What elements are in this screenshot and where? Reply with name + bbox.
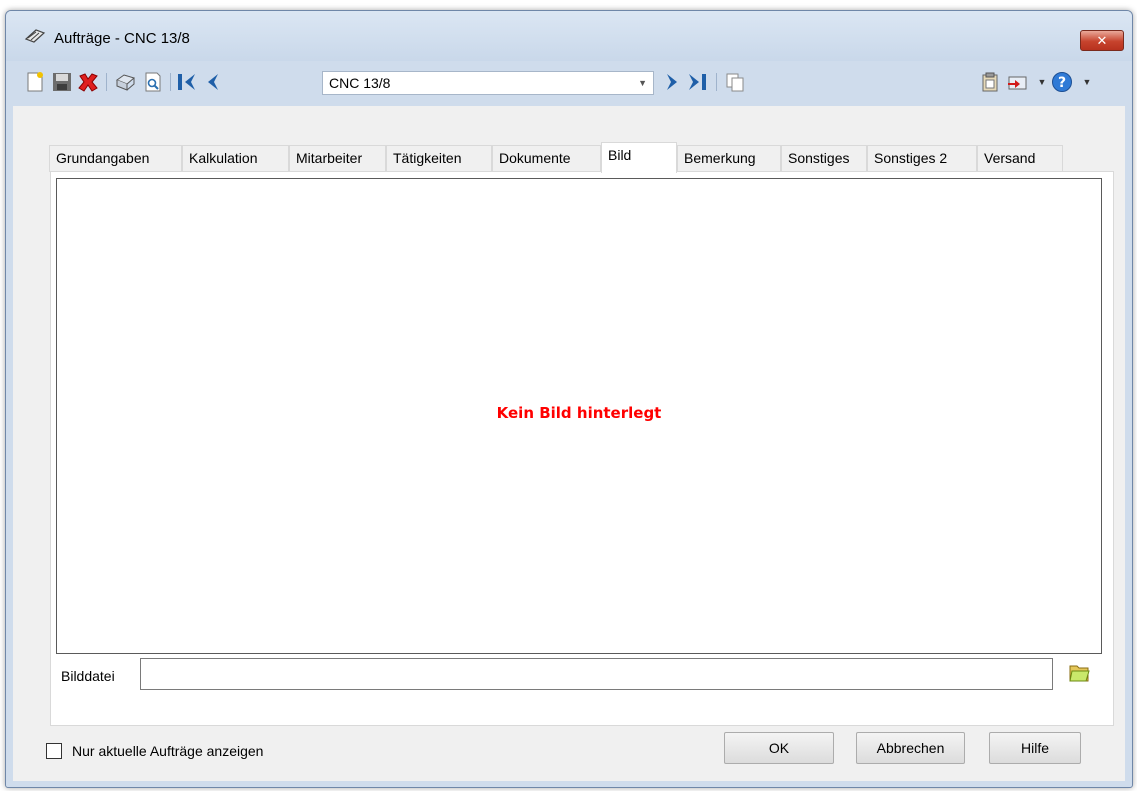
record-selector[interactable]: CNC 13/8 ▼: [322, 71, 654, 95]
export-dropdown-icon[interactable]: ▼: [1031, 71, 1053, 93]
tab-taetigkeiten[interactable]: Tätigkeiten: [386, 145, 492, 172]
dialog-window: Aufträge - CNC 13/8 ✕ CNC 13/8 ▼ ▼ ? ▼ G…: [5, 10, 1133, 788]
next-record-icon[interactable]: [661, 71, 683, 93]
copy-icon[interactable]: [724, 71, 746, 93]
dialog-client-area: Grundangaben Kalkulation Mitarbeiter Tät…: [13, 106, 1125, 781]
previous-record-icon[interactable]: [202, 71, 224, 93]
help-icon[interactable]: ?: [1051, 71, 1073, 93]
picture-file-input[interactable]: [140, 658, 1053, 690]
picture-box[interactable]: Kein Bild hinterlegt: [56, 178, 1102, 654]
export-icon[interactable]: [1006, 71, 1028, 93]
toolbar-separator: [716, 73, 717, 91]
help-button[interactable]: Hilfe: [989, 732, 1081, 764]
open-folder-icon[interactable]: [1067, 661, 1091, 685]
print-icon[interactable]: [114, 71, 136, 93]
tab-sonstiges-2[interactable]: Sonstiges 2: [867, 145, 977, 172]
window-title: Aufträge - CNC 13/8: [54, 30, 190, 47]
tab-bemerkung[interactable]: Bemerkung: [677, 145, 781, 172]
current-orders-checkbox[interactable]: [46, 743, 62, 759]
tab-grundangaben[interactable]: Grundangaben: [49, 145, 182, 172]
help-dropdown-icon[interactable]: ▼: [1076, 71, 1098, 93]
orders-app-icon: [24, 27, 46, 43]
toolbar-separator: [170, 73, 171, 91]
picture-file-label: Bilddatei: [61, 668, 115, 684]
tab-versand[interactable]: Versand: [977, 145, 1063, 172]
close-icon: ✕: [1096, 33, 1108, 48]
title-bar: Aufträge - CNC 13/8 ✕: [6, 11, 1132, 61]
save-icon[interactable]: [51, 71, 73, 93]
chevron-down-icon: ▼: [638, 78, 647, 88]
tab-mitarbeiter[interactable]: Mitarbeiter: [289, 145, 386, 172]
new-icon[interactable]: [24, 71, 46, 93]
record-selector-value: CNC 13/8: [329, 75, 391, 91]
ok-button[interactable]: OK: [724, 732, 834, 764]
tab-panel-bild: Kein Bild hinterlegt Bilddatei: [50, 171, 1114, 726]
no-picture-message: Kein Bild hinterlegt: [496, 404, 662, 422]
first-record-icon[interactable]: [176, 71, 198, 93]
last-record-icon[interactable]: [686, 71, 708, 93]
tab-kalkulation[interactable]: Kalkulation: [182, 145, 289, 172]
clipboard-icon[interactable]: [979, 71, 1001, 93]
cancel-button[interactable]: Abbrechen: [856, 732, 965, 764]
preview-icon[interactable]: [142, 71, 164, 93]
tab-sonstiges[interactable]: Sonstiges: [781, 145, 867, 172]
delete-icon[interactable]: [77, 71, 99, 93]
close-button[interactable]: ✕: [1080, 30, 1124, 51]
current-orders-checkbox-label: Nur aktuelle Aufträge anzeigen: [72, 743, 264, 759]
current-orders-checkbox-row[interactable]: Nur aktuelle Aufträge anzeigen: [46, 743, 263, 759]
toolbar-separator: [106, 73, 107, 91]
toolbar: CNC 13/8 ▼ ▼ ? ▼: [16, 67, 1124, 97]
svg-text:?: ?: [1058, 75, 1066, 91]
tab-dokumente[interactable]: Dokumente: [492, 145, 601, 172]
tab-bild[interactable]: Bild: [601, 142, 677, 173]
